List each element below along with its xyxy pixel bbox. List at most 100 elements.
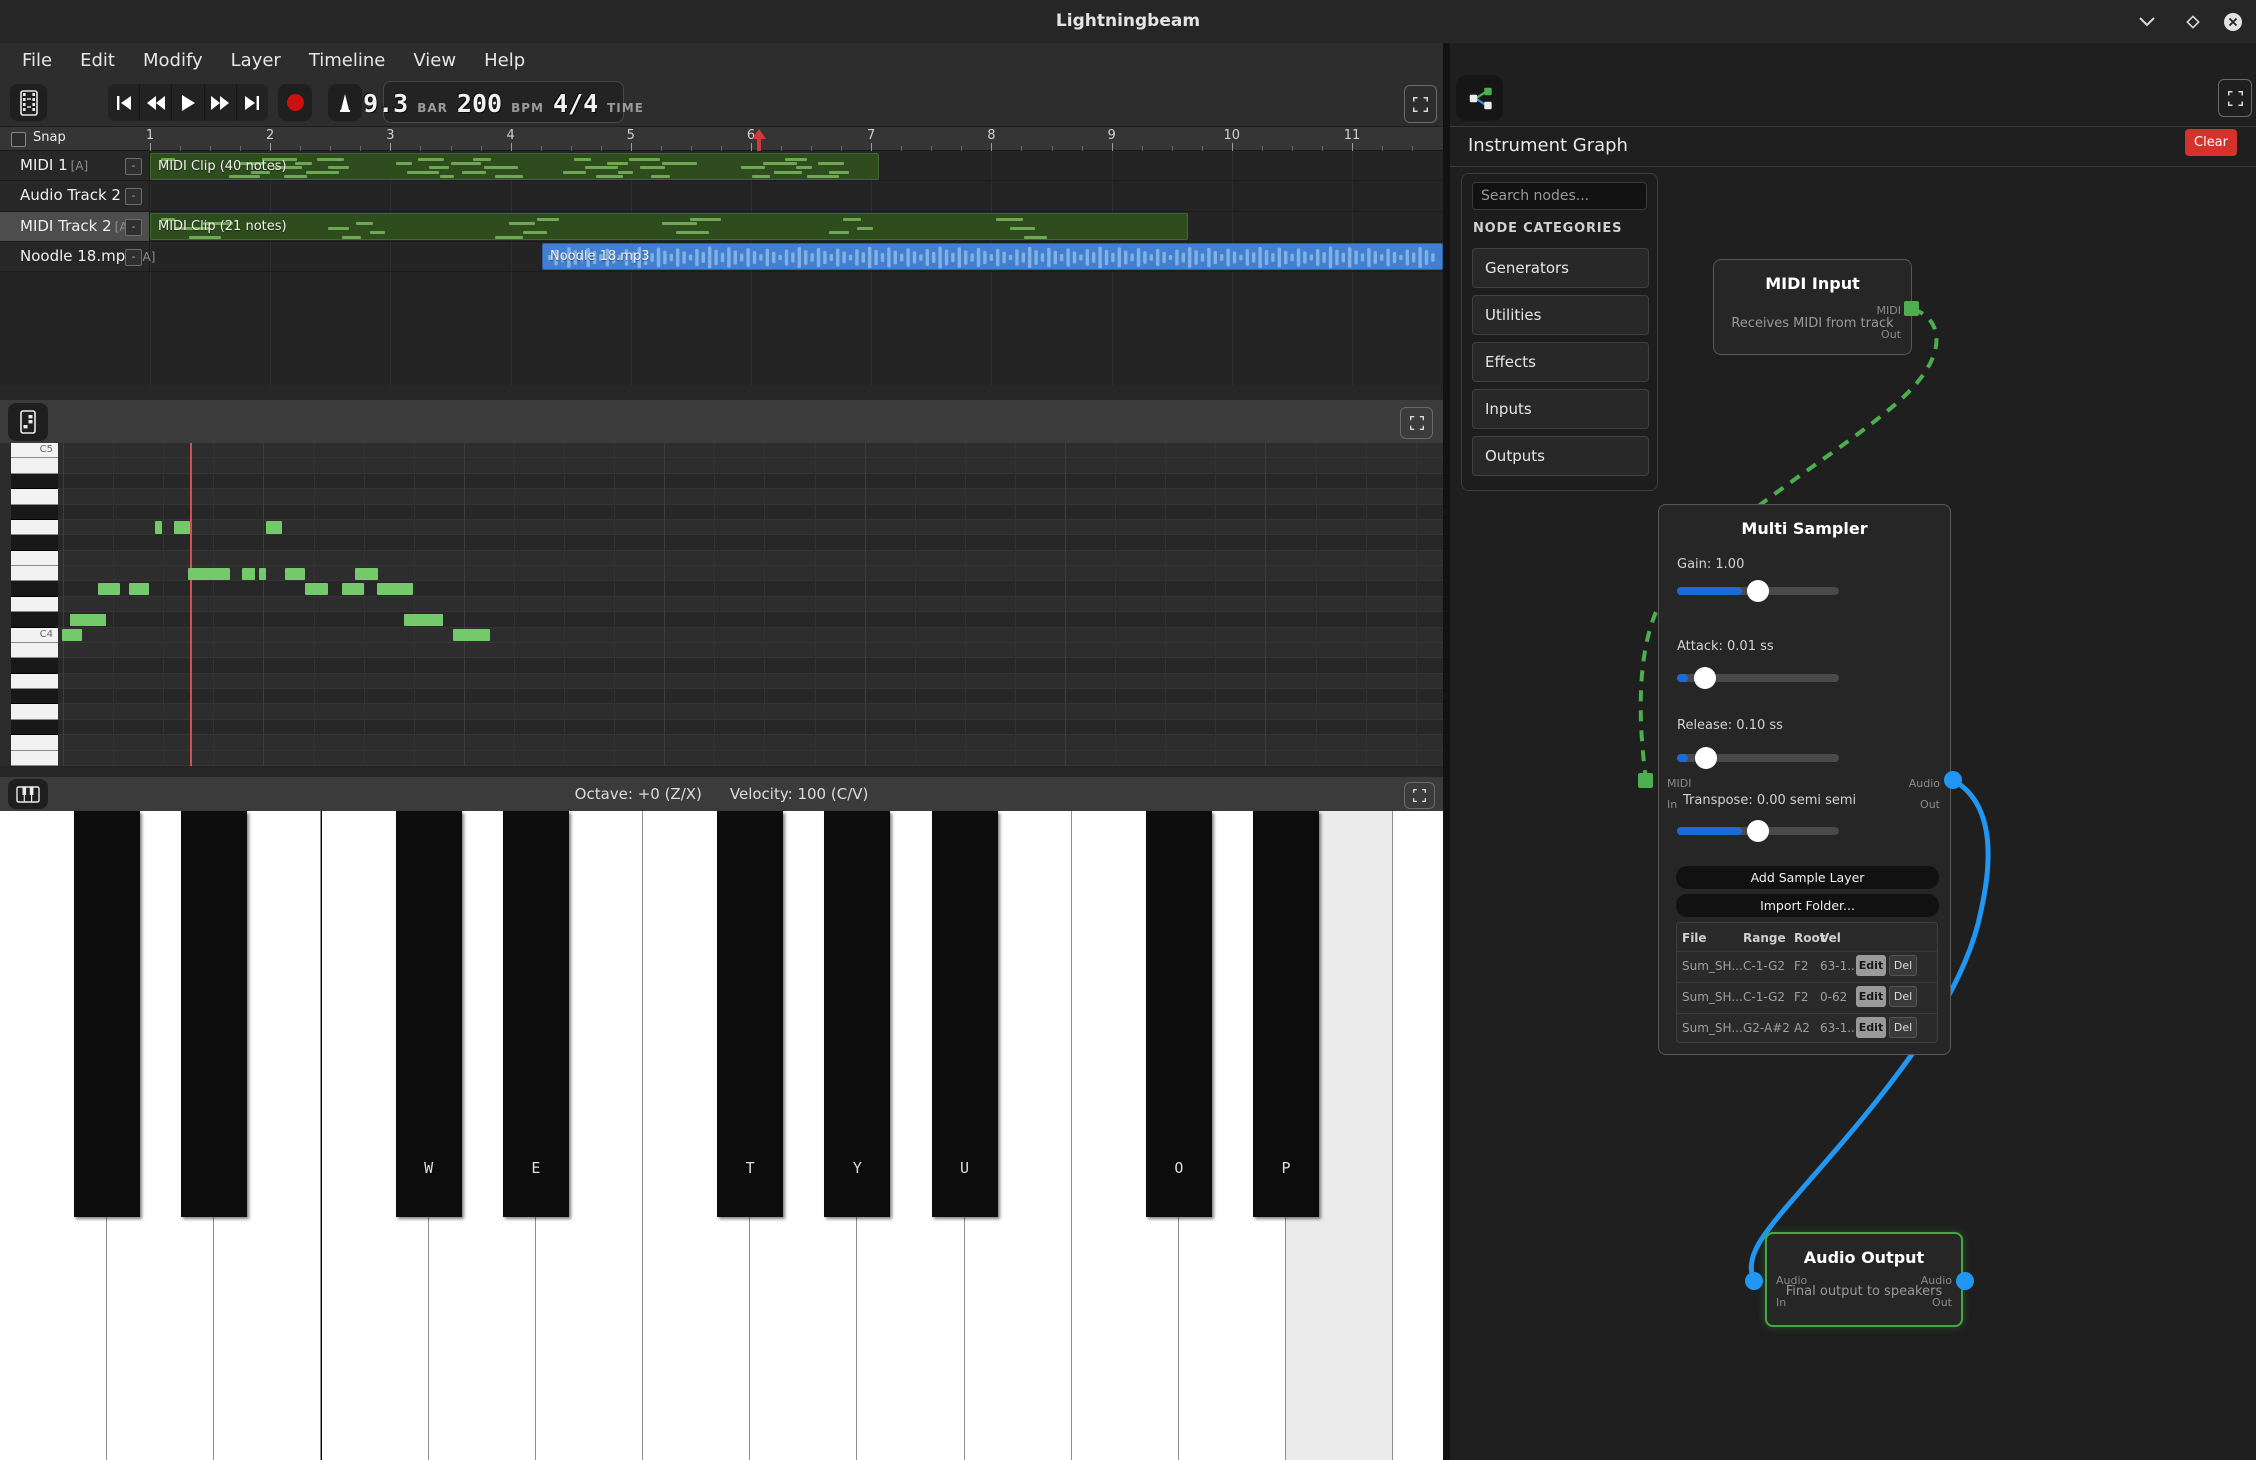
- param-slider[interactable]: [1677, 754, 1839, 762]
- midi-note[interactable]: [453, 629, 490, 641]
- menu-item-help[interactable]: Help: [470, 43, 539, 79]
- slider-handle[interactable]: [1694, 667, 1716, 689]
- track-header-audio-track-2[interactable]: Audio Track 2[A]-: [0, 181, 150, 210]
- mini-black-key[interactable]: [11, 505, 58, 520]
- menu-item-view[interactable]: View: [399, 43, 470, 79]
- black-key-O[interactable]: O: [1146, 811, 1212, 1217]
- piano-roll-grid[interactable]: C5 C4: [0, 443, 1443, 766]
- delete-sample-button[interactable]: Del: [1889, 986, 1917, 1007]
- mini-white-key[interactable]: C4: [11, 628, 58, 643]
- slider-handle[interactable]: [1747, 580, 1769, 602]
- play-button[interactable]: [172, 84, 204, 121]
- slider-handle[interactable]: [1695, 747, 1717, 769]
- track-toggle-button[interactable]: -: [125, 219, 142, 236]
- track-row[interactable]: MIDI 1[A]-MIDI Clip (40 notes): [0, 151, 1443, 181]
- rewind-button[interactable]: [140, 84, 172, 121]
- param-slider[interactable]: [1677, 827, 1839, 835]
- mini-white-key[interactable]: [11, 643, 58, 658]
- midi-note[interactable]: [342, 583, 364, 595]
- track-header-noodle-18-mp3[interactable]: Noodle 18.mp3[A]-: [0, 242, 150, 271]
- mini-black-key[interactable]: [11, 658, 58, 673]
- track-toggle-button[interactable]: -: [125, 249, 142, 266]
- delete-sample-button[interactable]: Del: [1889, 1017, 1917, 1038]
- clip-midi[interactable]: MIDI Clip (21 notes): [150, 213, 1188, 240]
- midi-note[interactable]: [377, 583, 413, 595]
- close-button[interactable]: [2222, 12, 2244, 32]
- midi-out-port[interactable]: [1904, 301, 1919, 316]
- playhead-marker[interactable]: [749, 129, 769, 151]
- black-key-E[interactable]: E: [503, 811, 569, 1217]
- track-header-midi-1[interactable]: MIDI 1[A]-: [0, 151, 150, 180]
- mini-white-key[interactable]: [11, 597, 58, 612]
- roll-playhead[interactable]: [190, 443, 192, 766]
- mini-white-key[interactable]: [11, 751, 58, 766]
- midi-note[interactable]: [155, 521, 162, 533]
- midi-note[interactable]: [266, 521, 282, 533]
- slider-handle[interactable]: [1747, 820, 1769, 842]
- mini-white-key[interactable]: [11, 735, 58, 750]
- timeline-expand-button[interactable]: [1404, 85, 1437, 123]
- black-key-P[interactable]: P: [1253, 811, 1319, 1217]
- audio-in-port[interactable]: [1745, 1272, 1763, 1290]
- track-header-midi-track-2[interactable]: MIDI Track 2[A]-: [0, 212, 150, 241]
- track-toggle-button[interactable]: -: [125, 158, 142, 175]
- mini-white-key[interactable]: [11, 566, 58, 581]
- tempo-display[interactable]: 9.3 BAR 200 BPM 4/4 TIME: [383, 81, 624, 123]
- maximize-button[interactable]: [2182, 12, 2204, 32]
- mini-black-key[interactable]: [11, 474, 58, 489]
- midi-note[interactable]: [285, 568, 305, 580]
- mini-white-key[interactable]: [11, 674, 58, 689]
- piano-roll-expand-button[interactable]: [1400, 407, 1433, 439]
- skip-start-button[interactable]: [108, 84, 140, 121]
- track-row[interactable]: Audio Track 2[A]-: [0, 181, 1443, 211]
- menu-item-file[interactable]: File: [8, 43, 66, 79]
- black-key[interactable]: [74, 811, 140, 1217]
- add-sample-layer-button[interactable]: Add Sample Layer: [1676, 866, 1939, 889]
- mini-black-key[interactable]: [11, 689, 58, 704]
- keyboard-view-button[interactable]: [8, 779, 48, 809]
- midi-note[interactable]: [404, 614, 443, 626]
- mini-white-key[interactable]: [11, 551, 58, 566]
- param-slider[interactable]: [1677, 674, 1839, 682]
- record-button[interactable]: [278, 84, 312, 121]
- panel-divider[interactable]: [1443, 43, 1450, 1460]
- delete-sample-button[interactable]: Del: [1889, 955, 1917, 976]
- track-row[interactable]: MIDI Track 2[A]-MIDI Clip (21 notes): [0, 212, 1443, 242]
- edit-sample-button[interactable]: Edit: [1856, 1017, 1886, 1038]
- virtual-keyboard[interactable]: ASDFGHJKL;WETYUOP: [0, 811, 1443, 1460]
- timeline-ruler[interactable]: Snap 1234567891011: [0, 127, 1443, 151]
- midi-input-node[interactable]: MIDI Input Receives MIDI from track MIDI…: [1713, 259, 1912, 355]
- import-folder-button[interactable]: Import Folder...: [1676, 894, 1939, 917]
- black-key-T[interactable]: T: [717, 811, 783, 1217]
- clip-midi[interactable]: MIDI Clip (40 notes): [150, 153, 879, 180]
- timeline-view-button[interactable]: [10, 84, 47, 121]
- mini-black-key[interactable]: [11, 720, 58, 735]
- piano-roll-view-button[interactable]: [8, 403, 48, 441]
- midi-note[interactable]: [62, 629, 82, 641]
- black-key-W[interactable]: W: [396, 811, 462, 1217]
- black-key[interactable]: [181, 811, 247, 1217]
- midi-in-port[interactable]: [1638, 773, 1653, 788]
- mini-black-key[interactable]: [11, 535, 58, 550]
- midi-note[interactable]: [129, 583, 149, 595]
- midi-note[interactable]: [70, 614, 106, 626]
- edit-sample-button[interactable]: Edit: [1856, 955, 1886, 976]
- clip-audio[interactable]: Noodle 18.mp3: [542, 243, 1443, 270]
- mini-white-key[interactable]: [11, 489, 58, 504]
- mini-white-key[interactable]: [11, 520, 58, 535]
- audio-output-node[interactable]: Audio Output Final output to speakers Au…: [1765, 1232, 1963, 1327]
- keyboard-expand-button[interactable]: [1404, 782, 1435, 809]
- midi-note[interactable]: [355, 568, 378, 580]
- mini-white-key[interactable]: C5: [11, 443, 58, 458]
- multi-sampler-node[interactable]: Multi Sampler Gain: 1.00Attack: 0.01 ssR…: [1658, 504, 1951, 1055]
- black-key-Y[interactable]: Y: [824, 811, 890, 1217]
- fast-forward-button[interactable]: [205, 84, 237, 121]
- white-key[interactable]: [1393, 811, 1443, 1460]
- midi-note[interactable]: [259, 568, 266, 580]
- mini-white-key[interactable]: [11, 704, 58, 719]
- menu-item-modify[interactable]: Modify: [129, 43, 217, 79]
- audio-out-port[interactable]: [1944, 771, 1962, 789]
- mini-black-key[interactable]: [11, 612, 58, 627]
- edit-sample-button[interactable]: Edit: [1856, 986, 1886, 1007]
- mini-black-key[interactable]: [11, 581, 58, 596]
